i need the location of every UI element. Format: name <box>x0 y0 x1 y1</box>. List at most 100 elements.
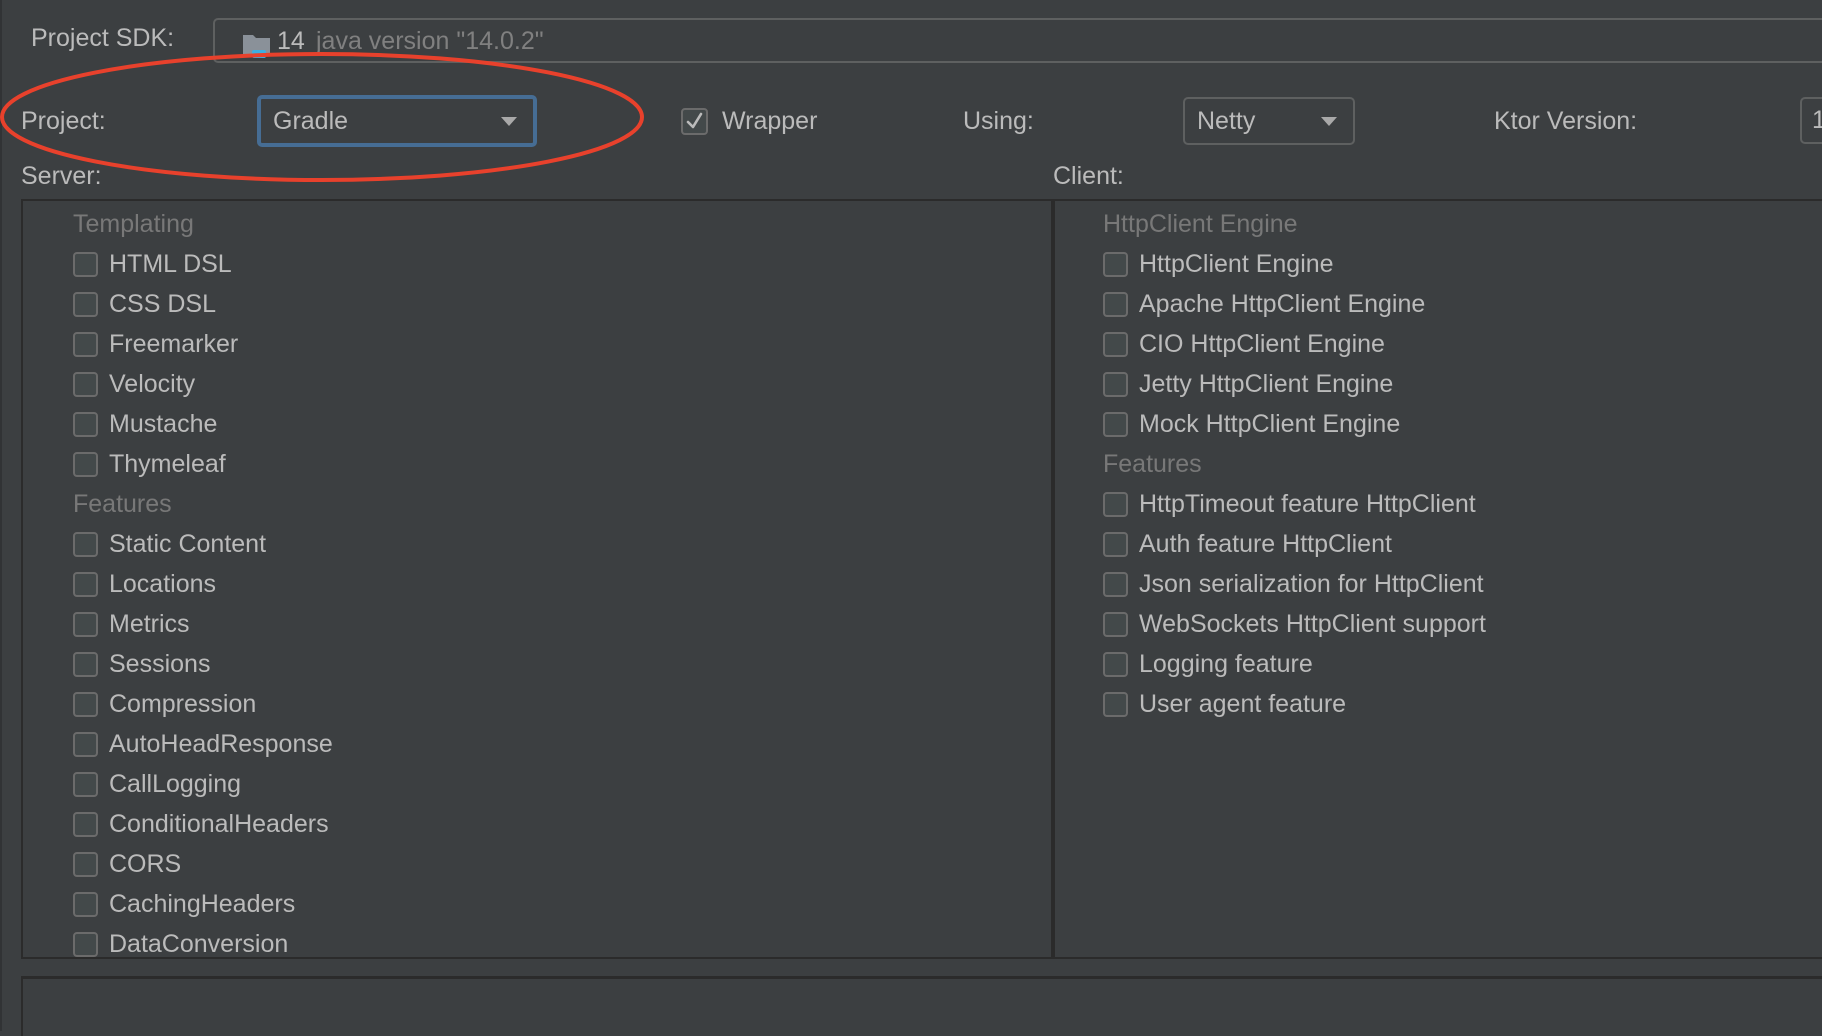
feature-item-httptimeout-feature-httpclient[interactable]: HttpTimeout feature HttpClient <box>1103 484 1476 524</box>
feature-item-static-content[interactable]: Static Content <box>73 524 266 564</box>
project-sdk-select[interactable]: 14 java version "14.0.2" <box>213 18 1822 63</box>
jdk-folder-icon <box>242 32 272 58</box>
project-build-system-dropdown[interactable]: Gradle <box>257 95 537 147</box>
feature-item-auth-feature-httpclient[interactable]: Auth feature HttpClient <box>1103 524 1392 564</box>
feature-item-json-serialization-for-httpclient[interactable]: Json serialization for HttpClient <box>1103 564 1484 604</box>
feature-checkbox[interactable] <box>73 411 98 437</box>
feature-checkbox[interactable] <box>73 851 98 877</box>
feature-checkbox[interactable] <box>1103 331 1128 357</box>
server-features-panel: Templating HTML DSL CSS DSL Freemarker Veloc… <box>21 199 1052 959</box>
feature-checkbox[interactable] <box>73 251 98 277</box>
feature-item-css-dsl[interactable]: CSS DSL <box>73 284 216 324</box>
feature-item-metrics[interactable]: Metrics <box>73 604 190 644</box>
group-heading-label: Features <box>1103 449 1202 478</box>
feature-checkbox[interactable] <box>1103 491 1128 517</box>
feature-label: Locations <box>109 569 217 598</box>
feature-label: Sessions <box>109 649 211 678</box>
feature-checkbox[interactable] <box>1103 411 1128 437</box>
feature-label: HttpTimeout feature HttpClient <box>1139 489 1476 518</box>
feature-label: Velocity <box>109 369 196 398</box>
wrapper-checkbox[interactable] <box>681 107 708 135</box>
feature-item-websockets-httpclient-support[interactable]: WebSockets HttpClient support <box>1103 604 1486 644</box>
feature-label: CSS DSL <box>109 289 216 318</box>
feature-checkbox[interactable] <box>73 651 98 677</box>
feature-label: Logging feature <box>1139 649 1313 678</box>
feature-checkbox[interactable] <box>1103 691 1128 717</box>
feature-label: Metrics <box>109 609 190 638</box>
chevron-down-icon <box>501 117 517 126</box>
feature-checkbox[interactable] <box>73 451 98 477</box>
server-label: Server: <box>21 162 102 190</box>
feature-checkbox[interactable] <box>73 731 98 757</box>
feature-checkbox[interactable] <box>73 811 98 837</box>
feature-item-dataconversion[interactable]: DataConversion <box>73 924 288 964</box>
feature-checkbox[interactable] <box>73 291 98 317</box>
feature-item-locations[interactable]: Locations <box>73 564 216 604</box>
feature-checkbox[interactable] <box>1103 571 1128 597</box>
feature-checkbox[interactable] <box>1103 371 1128 397</box>
feature-item-sessions[interactable]: Sessions <box>73 644 210 684</box>
feature-label: WebSockets HttpClient support <box>1139 609 1486 638</box>
feature-label: CIO HttpClient Engine <box>1139 329 1385 358</box>
feature-checkbox[interactable] <box>73 771 98 797</box>
feature-item-cors[interactable]: CORS <box>73 844 181 884</box>
group-heading-features: Features <box>1103 444 1202 484</box>
feature-item-cio-httpclient-engine[interactable]: CIO HttpClient Engine <box>1103 324 1385 364</box>
feature-item-freemarker[interactable]: Freemarker <box>73 324 238 364</box>
feature-item-mustache[interactable]: Mustache <box>73 404 217 444</box>
feature-item-cachingheaders[interactable]: CachingHeaders <box>73 884 295 924</box>
project-build-system-value: Gradle <box>273 106 349 135</box>
feature-description-panel <box>21 976 1822 1036</box>
client-label: Client: <box>1053 162 1124 190</box>
feature-item-calllogging[interactable]: CallLogging <box>73 764 241 804</box>
feature-checkbox[interactable] <box>73 531 98 557</box>
group-heading-label: HttpClient Engine <box>1103 209 1298 238</box>
feature-checkbox[interactable] <box>73 611 98 637</box>
feature-item-apache-httpclient-engine[interactable]: Apache HttpClient Engine <box>1103 284 1425 324</box>
feature-checkbox[interactable] <box>1103 611 1128 637</box>
feature-label: Jetty HttpClient Engine <box>1139 369 1394 398</box>
feature-item-html-dsl[interactable]: HTML DSL <box>73 244 232 284</box>
feature-label: AutoHeadResponse <box>109 729 333 758</box>
feature-item-user-agent-feature[interactable]: User agent feature <box>1103 684 1346 724</box>
feature-label: Compression <box>109 689 257 718</box>
ktor-version-dropdown[interactable]: 1 <box>1800 97 1822 144</box>
feature-label: ConditionalHeaders <box>109 809 329 838</box>
feature-checkbox[interactable] <box>73 931 98 957</box>
feature-checkbox[interactable] <box>73 891 98 917</box>
feature-item-jetty-httpclient-engine[interactable]: Jetty HttpClient Engine <box>1103 364 1393 404</box>
feature-label: Json serialization for HttpClient <box>1139 569 1484 598</box>
feature-label: Mustache <box>109 409 218 438</box>
feature-item-logging-feature[interactable]: Logging feature <box>1103 644 1313 684</box>
feature-checkbox[interactable] <box>73 331 98 357</box>
feature-checkbox[interactable] <box>1103 251 1128 277</box>
feature-label: Auth feature HttpClient <box>1139 529 1392 558</box>
wrapper-label: Wrapper <box>722 107 818 135</box>
feature-item-thymeleaf[interactable]: Thymeleaf <box>73 444 226 484</box>
group-heading-httpclient-engine: HttpClient Engine <box>1103 204 1298 244</box>
engine-dropdown[interactable]: Netty <box>1183 97 1355 145</box>
feature-label: CallLogging <box>109 769 242 798</box>
feature-item-autoheadresponse[interactable]: AutoHeadResponse <box>73 724 333 764</box>
feature-label: Apache HttpClient Engine <box>1139 289 1426 318</box>
wrapper-checkbox-row[interactable]: Wrapper <box>681 106 817 136</box>
sdk-version-number: 14 <box>277 27 305 55</box>
feature-item-velocity[interactable]: Velocity <box>73 364 195 404</box>
feature-checkbox[interactable] <box>73 371 98 397</box>
checkmark-icon <box>686 112 703 128</box>
feature-checkbox[interactable] <box>1103 651 1128 677</box>
ktor-version-label: Ktor Version: <box>1494 107 1638 135</box>
feature-label: Freemarker <box>109 329 239 358</box>
feature-item-compression[interactable]: Compression <box>73 684 256 724</box>
feature-label: CachingHeaders <box>109 889 296 918</box>
feature-checkbox[interactable] <box>1103 531 1128 557</box>
feature-item-mock-httpclient-engine[interactable]: Mock HttpClient Engine <box>1103 404 1400 444</box>
feature-checkbox[interactable] <box>73 571 98 597</box>
feature-checkbox[interactable] <box>1103 291 1128 317</box>
feature-checkbox[interactable] <box>73 691 98 717</box>
feature-item-conditionalheaders[interactable]: ConditionalHeaders <box>73 804 329 844</box>
feature-item-httpclient-engine[interactable]: HttpClient Engine <box>1103 244 1334 284</box>
client-features-panel: HttpClient Engine HttpClient Engine Apache… <box>1051 199 1822 959</box>
ktor-version-value: 1 <box>1812 106 1822 134</box>
feature-label: Mock HttpClient Engine <box>1139 409 1401 438</box>
